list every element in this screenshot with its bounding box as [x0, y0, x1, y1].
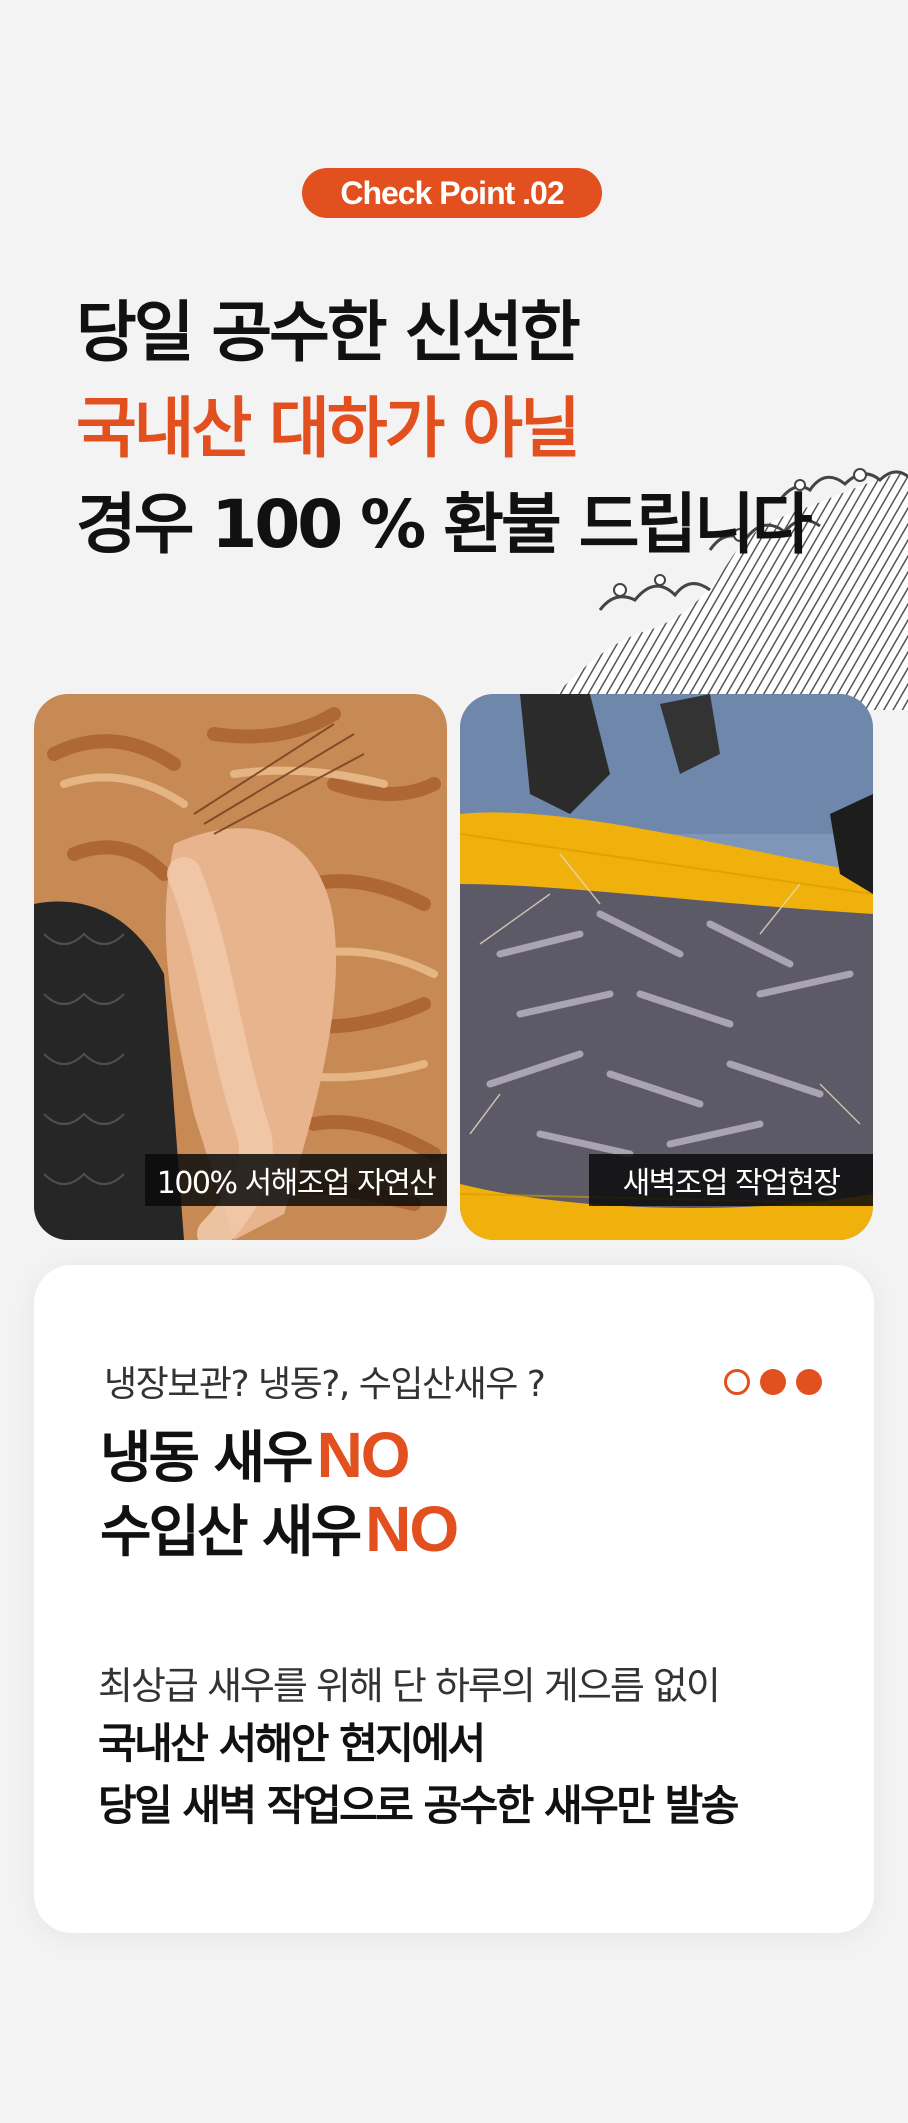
dot-icon-hollow — [724, 1369, 750, 1395]
dot-icon-filled-2 — [796, 1369, 822, 1395]
dot-icon-filled-1 — [760, 1369, 786, 1395]
photo-hand-shrimp: 100% 서해조업 자연산 — [34, 694, 447, 1240]
frozen-shrimp-label: 냉동 새우 — [100, 1426, 314, 1491]
photo-net-shrimp: 새벽조업 작업현장 — [460, 694, 873, 1240]
no-label-2: NO — [365, 1493, 459, 1565]
desc-line-1: 국내산 서해안 현지에서 — [98, 1719, 486, 1768]
desc-line-2: 당일 새벽 작업으로 공수한 새우만 발송 — [98, 1781, 739, 1830]
imported-shrimp-label: 수입산 새우 — [100, 1500, 362, 1565]
frozen-shrimp-no: 냉동 새우NO — [100, 1413, 411, 1494]
photo-caption-wild-catch: 100% 서해조업 자연산 — [145, 1154, 447, 1206]
photo-caption-dawn-work: 새벽조업 작업현장 — [589, 1154, 873, 1206]
headline-line-3: 경우 100 % 환불 드립니다 — [76, 486, 813, 563]
page: Check Point .02 당일 공수한 신선한 국내산 대하가 아닐 경우… — [0, 0, 908, 2123]
headline: 당일 공수한 신선한 국내산 대하가 아닐 경우 100 % 환불 드립니다 — [76, 285, 813, 573]
headline-line-2: 국내산 대하가 아닐 — [76, 390, 581, 467]
headline-line-1: 당일 공수한 신선한 — [76, 294, 581, 371]
info-card: 냉장보관? 냉동?, 수입산새우 ? 냉동 새우NO 수입산 새우NO 최상급 … — [34, 1265, 874, 1933]
dots-indicator — [724, 1369, 822, 1395]
no-label-1: NO — [316, 1419, 411, 1491]
imported-shrimp-no: 수입산 새우NO — [100, 1487, 459, 1568]
card-description: 국내산 서해안 현지에서 당일 새벽 작업으로 공수한 새우만 발송 — [98, 1713, 739, 1837]
card-subtitle: 최상급 새우를 위해 단 하루의 게으름 없이 — [98, 1664, 721, 1708]
checkpoint-badge: Check Point .02 — [302, 168, 602, 218]
card-question: 냉장보관? 냉동?, 수입산새우 ? — [104, 1364, 546, 1405]
